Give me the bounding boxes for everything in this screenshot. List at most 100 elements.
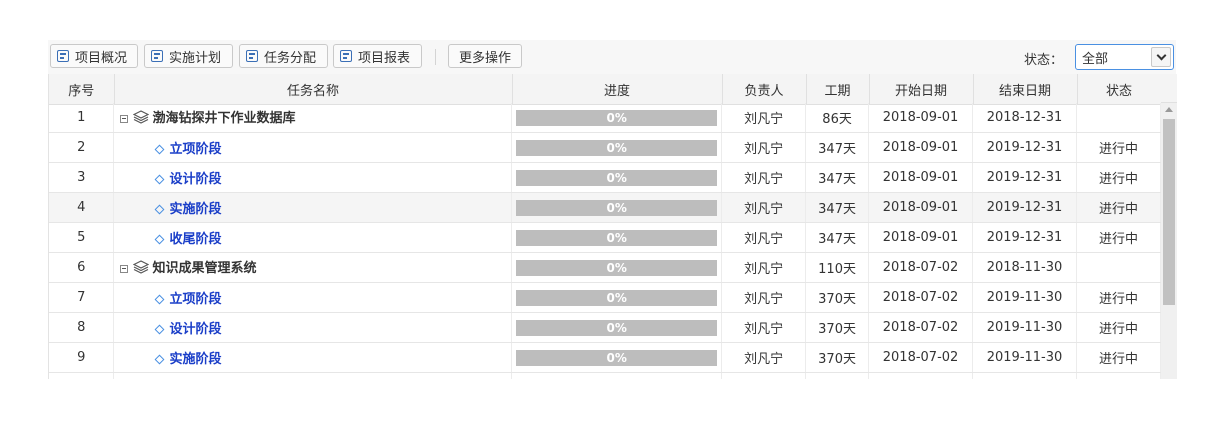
- table-row[interactable]: 1 渤海钻探井下作业数据库 0% 刘凡宁 86天 2018-09-01 2018-12-31: [49, 103, 1161, 133]
- task-name-cell[interactable]: 实施阶段: [113, 342, 513, 373]
- toolbar-divider: [435, 49, 436, 65]
- owner-cell: 刘凡宁: [721, 222, 807, 253]
- owner-cell: 刘凡宁: [721, 372, 807, 379]
- task-assign-button[interactable]: 任务分配: [239, 44, 328, 68]
- col-header-status[interactable]: 状态: [1077, 74, 1162, 105]
- start-date-cell: 2018-07-02: [868, 312, 974, 343]
- status-cell: 进行中: [1076, 312, 1161, 343]
- chevron-down-icon[interactable]: [1151, 47, 1171, 67]
- owner-cell: 刘凡宁: [721, 192, 807, 223]
- task-name-cell[interactable]: 收尾阶段: [113, 372, 513, 379]
- task-name-cell[interactable]: 设计阶段: [113, 312, 513, 343]
- table-row[interactable]: 6 知识成果管理系统 0% 刘凡宁 110天 2018-07-02 2018-11-30: [49, 252, 1161, 283]
- owner-cell: 刘凡宁: [721, 342, 807, 373]
- progress-cell: 0%: [511, 132, 723, 163]
- owner-cell: 刘凡宁: [721, 312, 807, 343]
- col-header-end-date[interactable]: 结束日期: [973, 74, 1078, 105]
- progress-bar: 0%: [516, 289, 718, 306]
- progress-bar: 0%: [516, 349, 718, 366]
- end-date-cell: 2018-12-31: [972, 103, 1077, 133]
- task-name-cell[interactable]: 渤海钻探井下作业数据库: [113, 103, 513, 133]
- end-date-cell: 2019-11-30: [972, 282, 1077, 313]
- scrollbar-thumb[interactable]: [1163, 119, 1175, 305]
- col-header-owner[interactable]: 负责人: [722, 74, 807, 105]
- task-name-cell[interactable]: 立项阶段: [113, 282, 513, 313]
- table-row[interactable]: 3 设计阶段 0% 刘凡宁 347天 2018-09-01 2019-12-31 进行中: [49, 162, 1161, 193]
- status-filter-select[interactable]: 全部: [1075, 44, 1174, 70]
- more-actions-label: 更多操作: [458, 50, 511, 66]
- col-header-duration[interactable]: 工期: [806, 74, 870, 105]
- start-date-cell: 2018-07-02: [868, 252, 974, 283]
- duration-cell: 347天: [805, 132, 870, 163]
- table-row[interactable]: 4 实施阶段 0% 刘凡宁 347天 2018-09-01 2019-12-31 进行中: [49, 192, 1161, 223]
- collapse-toggle-icon[interactable]: [120, 264, 129, 273]
- phase-name-link[interactable]: 立项阶段: [169, 292, 221, 307]
- table-row[interactable]: 10收尾阶段0%刘凡宁370天2018-07-022019-11-30进行中: [49, 372, 1161, 379]
- diamond-icon: [154, 294, 165, 305]
- table-row[interactable]: 8 设计阶段 0% 刘凡宁 370天 2018-07-02 2019-11-30 进行中: [49, 312, 1161, 343]
- progress-bar: 0%: [516, 139, 718, 156]
- duration-cell: 347天: [805, 222, 870, 253]
- phase-name-link[interactable]: 立项阶段: [169, 142, 221, 157]
- task-name-cell[interactable]: 收尾阶段: [113, 222, 513, 253]
- task-name-cell[interactable]: 立项阶段: [113, 132, 513, 163]
- status-cell: 进行中: [1076, 192, 1161, 223]
- project-overview-button[interactable]: 项目概况: [50, 44, 138, 68]
- duration-cell: 370天: [805, 312, 870, 343]
- project-name[interactable]: 渤海钻探井下作业数据库: [152, 111, 295, 126]
- project-name[interactable]: 知识成果管理系统: [152, 261, 256, 276]
- task-name-cell[interactable]: 知识成果管理系统: [113, 252, 513, 283]
- status-cell: 进行中: [1076, 132, 1161, 163]
- scroll-up-arrow-icon[interactable]: [1165, 107, 1173, 112]
- start-date-cell: 2018-09-01: [868, 222, 974, 253]
- row-number: 5: [49, 222, 115, 253]
- more-actions-button[interactable]: 更多操作: [448, 44, 522, 68]
- vertical-scrollbar[interactable]: [1161, 103, 1177, 379]
- col-header-start-date[interactable]: 开始日期: [869, 74, 974, 105]
- owner-cell: 刘凡宁: [721, 282, 807, 313]
- owner-cell: 刘凡宁: [721, 162, 807, 193]
- progress-cell: 0%: [511, 252, 723, 283]
- row-number: 7: [49, 282, 115, 313]
- progress-cell: 0%: [511, 222, 723, 253]
- progress-bar: 0%: [516, 169, 718, 186]
- project-report-button[interactable]: 项目报表: [333, 44, 422, 68]
- duration-cell: 86天: [805, 103, 870, 133]
- start-date-cell: 2018-07-02: [868, 372, 974, 379]
- duration-cell: 347天: [805, 162, 870, 193]
- row-number: 6: [49, 252, 115, 283]
- task-assign-label: 任务分配: [264, 50, 317, 66]
- progress-cell: 0%: [511, 192, 723, 223]
- collapse-toggle-icon[interactable]: [120, 114, 129, 123]
- grid-body: 1 渤海钻探井下作业数据库 0% 刘凡宁 86天 2018-09-01 2018-12-31…: [49, 103, 1161, 379]
- phase-name-link[interactable]: 实施阶段: [169, 352, 221, 367]
- progress-cell: 0%: [511, 103, 723, 133]
- col-header-no[interactable]: 序号: [49, 74, 115, 105]
- row-number: 2: [49, 132, 115, 163]
- task-name-cell[interactable]: 实施阶段: [113, 192, 513, 223]
- task-grid: 序号 任务名称 进度 负责人 工期 开始日期 结束日期 状态 1 渤海钻探井下作业…: [48, 74, 1177, 379]
- start-date-cell: 2018-07-02: [868, 282, 974, 313]
- status-filter-label: 状态：: [1024, 53, 1064, 68]
- diamond-icon: [154, 234, 165, 245]
- table-row[interactable]: 2 立项阶段 0% 刘凡宁 347天 2018-09-01 2019-12-31 进行中: [49, 132, 1161, 163]
- implementation-plan-button[interactable]: 实施计划: [144, 44, 233, 68]
- row-number: 10: [49, 372, 115, 379]
- progress-bar: 0%: [516, 319, 718, 336]
- col-header-task-name[interactable]: 任务名称: [114, 74, 513, 105]
- table-row[interactable]: 5 收尾阶段 0% 刘凡宁 347天 2018-09-01 2019-12-31 进行中: [49, 222, 1161, 253]
- col-header-progress[interactable]: 进度: [512, 74, 723, 105]
- table-row[interactable]: 7 立项阶段 0% 刘凡宁 370天 2018-07-02 2019-11-30 进行中: [49, 282, 1161, 313]
- phase-name-link[interactable]: 收尾阶段: [169, 232, 221, 247]
- doc-list-icon: [340, 50, 352, 62]
- toolbar: 项目概况 实施计划 任务分配 项目报表 更多操作 状态： 全部: [48, 40, 1176, 74]
- status-cell: 进行中: [1076, 222, 1161, 253]
- grid-header: 序号 任务名称 进度 负责人 工期 开始日期 结束日期 状态: [49, 74, 1162, 105]
- phase-name-link[interactable]: 设计阶段: [169, 322, 221, 337]
- owner-cell: 刘凡宁: [721, 252, 807, 283]
- task-name-cell[interactable]: 设计阶段: [113, 162, 513, 193]
- phase-name-link[interactable]: 实施阶段: [169, 202, 221, 217]
- end-date-cell: 2019-11-30: [972, 342, 1077, 373]
- phase-name-link[interactable]: 设计阶段: [169, 172, 221, 187]
- table-row[interactable]: 9 实施阶段 0% 刘凡宁 370天 2018-07-02 2019-11-30 进行中: [49, 342, 1161, 373]
